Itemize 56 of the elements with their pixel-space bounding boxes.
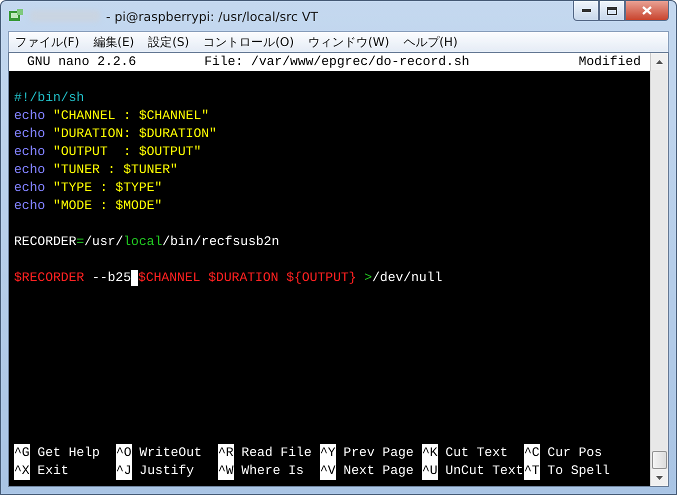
minimize-icon bbox=[582, 9, 590, 12]
shortcut-key: ^O bbox=[116, 444, 132, 462]
menu-item[interactable]: 設定(S) bbox=[148, 34, 190, 50]
scroll-up-icon[interactable] bbox=[651, 53, 668, 70]
shortcut-label: Where Is bbox=[240, 462, 304, 480]
scroll-thumb[interactable] bbox=[652, 451, 667, 469]
shortcut-label: Next Page bbox=[342, 462, 414, 480]
code-text: echo "OUTPUT : $OUTPUT" bbox=[14, 143, 202, 161]
shortcut-key: ^W bbox=[218, 462, 234, 480]
shortcut-label: To Spell bbox=[546, 462, 610, 480]
shortcut-key: ^C bbox=[524, 444, 540, 462]
code-text: echo "DURATION: $DURATION" bbox=[14, 125, 217, 143]
menu-item[interactable]: ヘルプ(H) bbox=[403, 34, 458, 50]
shortcut-label: Get Help bbox=[36, 444, 100, 462]
shortcut-key: ^X bbox=[14, 462, 30, 480]
code-text: RECORDER=/usr/local/bin/recfsusb2n bbox=[14, 233, 280, 251]
menu-item[interactable]: ウィンドウ(W) bbox=[308, 34, 390, 50]
code-text: #!/bin/sh bbox=[14, 89, 84, 107]
minimize-button[interactable] bbox=[573, 1, 599, 21]
shortcut-key: ^R bbox=[218, 444, 234, 462]
modified-status: Modified bbox=[578, 53, 641, 71]
code-text: $RECORDER --b25 bbox=[14, 269, 132, 287]
shortcut-key: ^K bbox=[422, 444, 438, 462]
scroll-down-icon[interactable] bbox=[651, 469, 668, 486]
shortcut-label: Cut Text bbox=[444, 444, 508, 462]
maximize-icon bbox=[607, 6, 617, 14]
shortcut-label: UnCut Text bbox=[444, 462, 524, 480]
menu-item[interactable]: ファイル(F) bbox=[15, 34, 80, 50]
shortcut-label: Justify bbox=[138, 462, 194, 480]
text-cursor bbox=[131, 270, 138, 286]
shortcut-key: ^T bbox=[524, 462, 540, 480]
shortcut-label: Read File bbox=[240, 444, 312, 462]
code-text: echo "TYPE : $TYPE" bbox=[14, 179, 162, 197]
file-name: File: /var/www/epgrec/do-record.sh bbox=[204, 53, 470, 71]
shortcut-key: ^U bbox=[422, 462, 438, 480]
code-text: echo "CHANNEL : $CHANNEL" bbox=[14, 107, 210, 125]
app-icon bbox=[8, 8, 24, 24]
window-title: - pi@raspberrypi: /usr/local/src VT bbox=[106, 8, 318, 24]
close-button[interactable] bbox=[625, 1, 669, 21]
shortcut-label: Exit bbox=[36, 462, 69, 480]
shortcut-key: ^G bbox=[14, 444, 30, 462]
shortcut-label: WriteOut bbox=[138, 444, 202, 462]
maximize-button[interactable] bbox=[599, 1, 625, 21]
close-icon bbox=[642, 6, 652, 15]
menu-item[interactable]: コントロール(O) bbox=[203, 34, 294, 50]
code-text: echo "MODE : $MODE" bbox=[14, 197, 162, 215]
shortcut-label: Prev Page bbox=[342, 444, 414, 462]
shortcut-label: Cur Pos bbox=[546, 444, 602, 462]
shortcut-key: ^J bbox=[116, 462, 132, 480]
code-text: echo "TUNER : $TUNER" bbox=[14, 161, 178, 179]
menu-item[interactable]: 編集(E) bbox=[93, 34, 134, 50]
shortcut-key: ^V bbox=[320, 462, 336, 480]
code-text: $CHANNEL $DURATION ${OUTPUT} >/dev/null bbox=[138, 269, 442, 287]
editor-version: GNU nano 2.2.6 bbox=[27, 53, 136, 71]
shortcut-key: ^Y bbox=[320, 444, 336, 462]
scrollbar[interactable] bbox=[650, 53, 668, 486]
